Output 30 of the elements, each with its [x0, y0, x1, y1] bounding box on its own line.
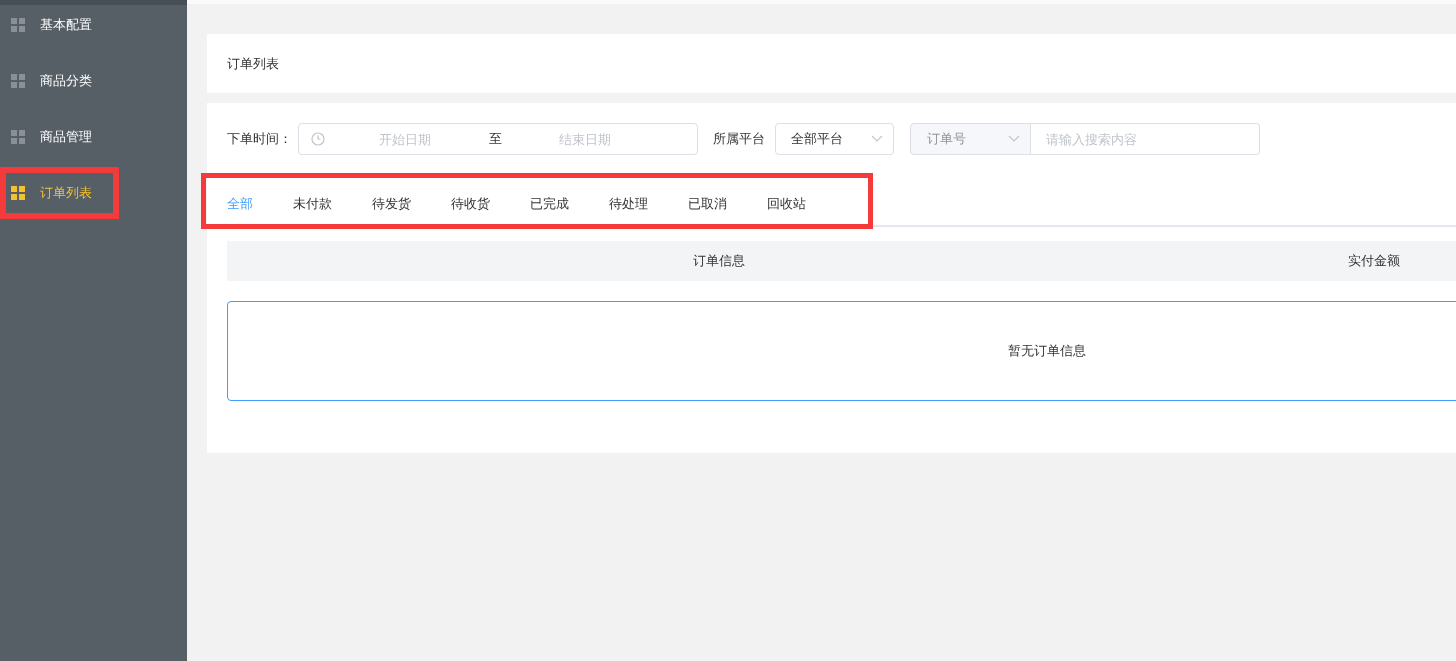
tab[interactable]: 回收站 [767, 183, 806, 225]
grid-icon [11, 74, 25, 88]
tab[interactable]: 待发货 [372, 183, 411, 225]
end-date-input[interactable]: 结束日期 [515, 131, 655, 147]
chevron-down-icon [871, 135, 883, 143]
grid-icon [11, 186, 25, 200]
platform-label: 所属平台 [713, 130, 765, 148]
search-field[interactable]: 请输入搜索内容 [1031, 123, 1260, 155]
range-separator: 至 [487, 130, 503, 148]
tab[interactable]: 待处理 [609, 183, 648, 225]
tab[interactable]: 已完成 [530, 183, 569, 225]
page-title: 订单列表 [227, 54, 279, 73]
sidebar-item[interactable]: 商品分类 [0, 61, 187, 101]
tab[interactable]: 未付款 [293, 183, 332, 225]
start-date-input[interactable]: 开始日期 [335, 131, 475, 147]
chevron-down-icon [1008, 135, 1020, 143]
tab[interactable]: 已取消 [688, 183, 727, 225]
empty-message: 暂无订单信息 [1008, 342, 1086, 360]
sidebar-item[interactable]: 商品管理 [0, 117, 187, 157]
date-range-field[interactable]: 开始日期 至 结束日期 [298, 123, 698, 155]
platform-select[interactable]: 全部平台 [775, 123, 894, 155]
column-header: 实付金额 [1347, 252, 1401, 270]
tab[interactable]: 待收货 [451, 183, 490, 225]
order-time-label: 下单时间： [227, 130, 292, 148]
grid-icon [11, 18, 25, 32]
sidebar-item[interactable]: 基本配置 [0, 5, 187, 45]
column-header: 订单信息 [692, 252, 746, 270]
grid-icon [11, 130, 25, 144]
clock-icon [311, 132, 325, 146]
sidebar-item[interactable]: 订单列表 [0, 167, 119, 219]
